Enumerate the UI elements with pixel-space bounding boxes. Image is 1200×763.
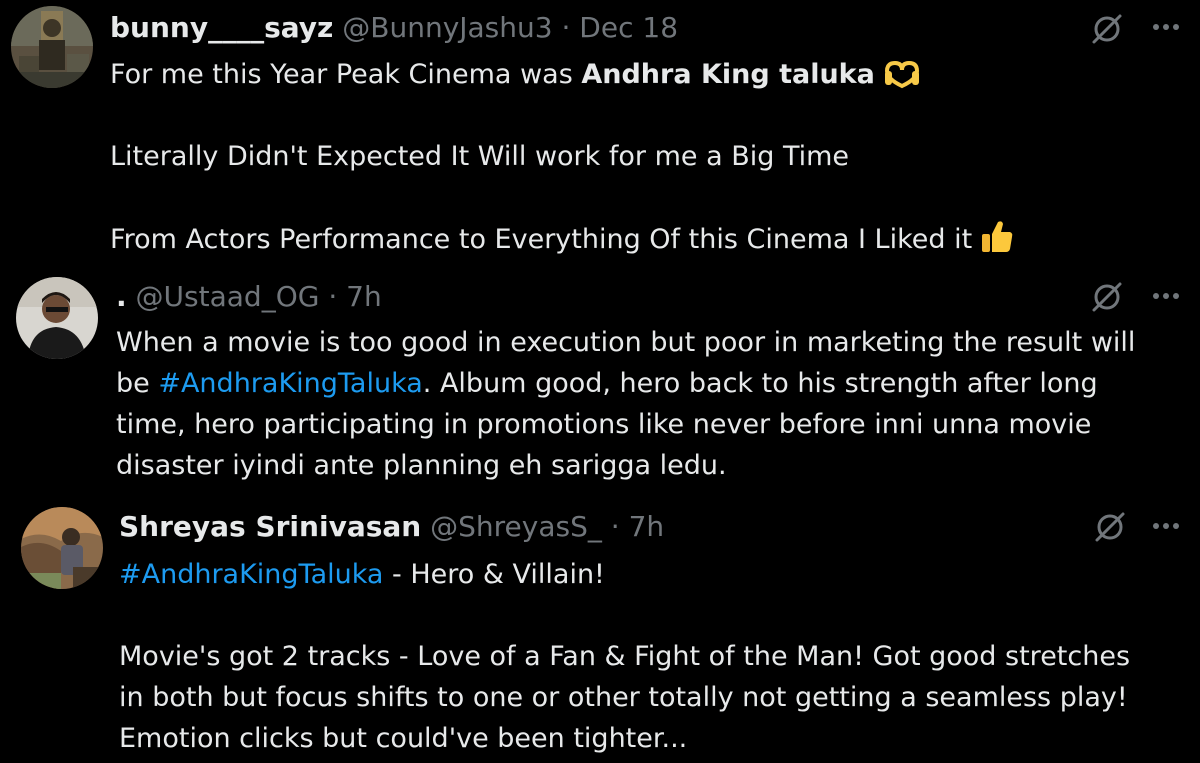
thumbs-up-emoji: [982, 221, 1013, 252]
tweet-text: For me this Year Peak Cinema was Andhra …: [110, 54, 1014, 260]
hashtag-link[interactable]: #AndhraKingTaluka: [119, 559, 383, 590]
display-name[interactable]: Shreyas Srinivasan: [119, 510, 421, 543]
user-handle[interactable]: @ShreyasS_: [430, 510, 602, 543]
tweet-1[interactable]: bunny____sayz @BunnyJashu3 · Dec 18 For …: [0, 0, 1200, 265]
text-line: For me this Year Peak Cinema was: [110, 59, 582, 90]
more-icon[interactable]: [1148, 516, 1184, 536]
tweet-header: Shreyas Srinivasan @ShreyasS_ · 7h: [119, 509, 664, 545]
user-handle[interactable]: @Ustaad_OG: [136, 280, 320, 313]
text-line: Movie's got 2 tracks - Love of a Fan & F…: [119, 641, 1131, 672]
timestamp[interactable]: 7h: [629, 510, 665, 543]
grok-icon[interactable]: [1090, 12, 1124, 46]
user-handle[interactable]: @BunnyJashu3: [342, 11, 552, 44]
heart-hands-emoji: [884, 60, 919, 89]
tweet-header: . @Ustaad_OG · 7h: [116, 279, 382, 315]
grok-icon[interactable]: [1090, 280, 1124, 314]
more-icon[interactable]: [1148, 286, 1184, 306]
text-line: time, hero participating in promotions l…: [116, 409, 1092, 440]
tweet-3[interactable]: Shreyas Srinivasan @ShreyasS_ · 7h #Andh…: [0, 500, 1200, 763]
more-icon[interactable]: [1148, 17, 1184, 37]
text-line: Emotion clicks but could've been tighter…: [119, 723, 688, 754]
text-line: Literally Didn't Expected It Will work f…: [110, 141, 850, 172]
text-line: From Actors Performance to Everything Of…: [110, 224, 973, 255]
text-line: When a movie is too good in execution bu…: [116, 327, 1136, 358]
text-line: . Album good, hero back to his strength …: [422, 368, 1098, 399]
tweet-2[interactable]: . @Ustaad_OG · 7h When a movie is too go…: [0, 270, 1200, 495]
display-name[interactable]: .: [116, 280, 127, 313]
avatar[interactable]: [21, 507, 103, 589]
avatar[interactable]: [16, 277, 98, 359]
separator: ·: [328, 280, 338, 313]
grok-icon[interactable]: [1093, 510, 1127, 544]
bold-text: Andhra King taluka: [581, 59, 875, 90]
text-line: be: [116, 368, 159, 399]
avatar[interactable]: [11, 6, 93, 88]
separator: ·: [610, 510, 620, 543]
tweet-header: bunny____sayz @BunnyJashu3 · Dec 18: [110, 10, 678, 46]
timestamp[interactable]: 7h: [346, 280, 382, 313]
display-name[interactable]: bunny____sayz: [110, 11, 333, 44]
tweet-text: When a movie is too good in execution bu…: [116, 322, 1135, 486]
text-line: - Hero & Villain!: [383, 559, 605, 590]
text-line: disaster iyindi ante planning eh sarigga…: [116, 450, 727, 481]
hashtag-link[interactable]: #AndhraKingTaluka: [158, 368, 422, 399]
tweet-text: #AndhraKingTaluka - Hero & Villain! Movi…: [119, 554, 1130, 759]
text-line: in both but focus shifts to one or other…: [119, 682, 1128, 713]
timestamp[interactable]: Dec 18: [579, 11, 678, 44]
separator: ·: [561, 11, 571, 44]
